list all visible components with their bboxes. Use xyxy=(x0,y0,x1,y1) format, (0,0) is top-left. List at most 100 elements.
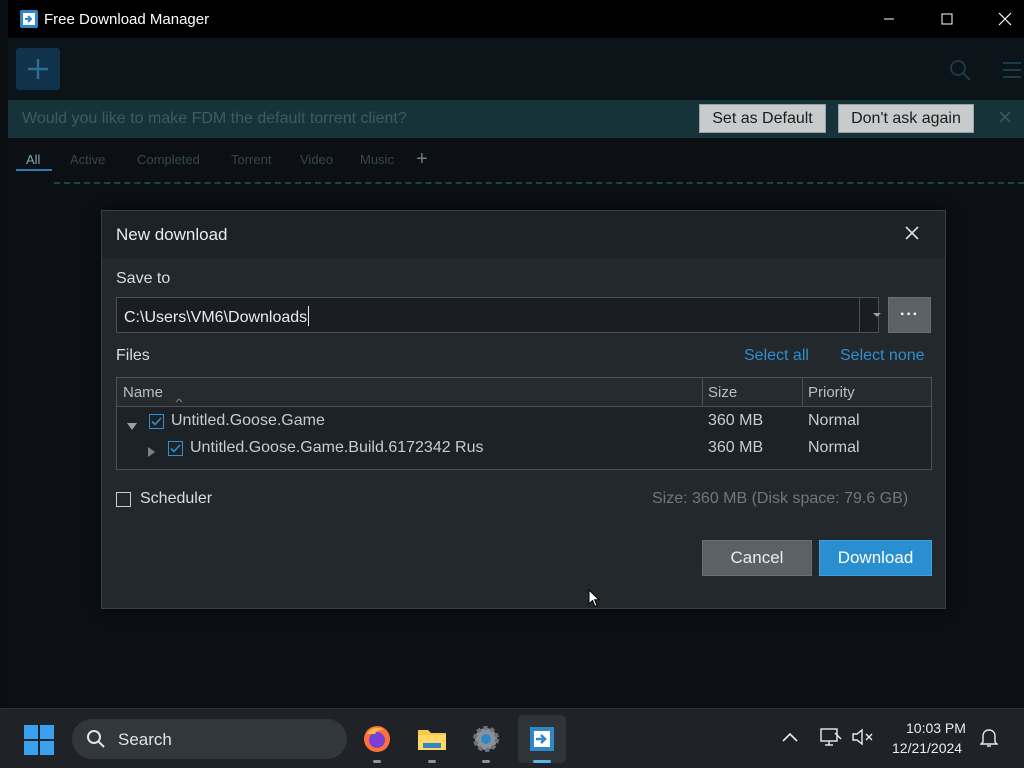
set-as-default-button[interactable]: Set as Default xyxy=(699,104,826,133)
toolbar-menu-button[interactable] xyxy=(1002,60,1022,85)
dialog-header: New download xyxy=(102,211,945,258)
folder-icon xyxy=(418,730,446,750)
download-button[interactable]: Download xyxy=(819,540,932,576)
plus-icon xyxy=(28,59,48,79)
add-tab-button[interactable]: + xyxy=(416,148,428,171)
files-table: Name Size Priority Untitled.Goose.Game 3… xyxy=(116,377,932,470)
save-to-label: Save to xyxy=(116,270,171,287)
checkmark-icon xyxy=(170,444,181,453)
select-all-link[interactable]: Select all xyxy=(744,347,809,365)
sort-ascending-icon xyxy=(175,390,183,408)
desktop-screen: Free Download Manager Would you like to … xyxy=(0,0,1024,768)
tab-music[interactable]: Music xyxy=(360,152,394,167)
column-header-size[interactable]: Size xyxy=(708,384,737,401)
search-icon xyxy=(950,60,971,81)
save-path-value: C:\Users\VM6\Downloads xyxy=(124,309,308,326)
search-icon xyxy=(86,729,106,754)
collapse-arrow-icon[interactable] xyxy=(127,417,137,435)
volume-button[interactable] xyxy=(852,728,874,751)
notifications-button[interactable] xyxy=(979,728,999,753)
chevron-up-icon xyxy=(782,732,798,742)
windows-logo-icon xyxy=(24,725,54,755)
column-header-priority[interactable]: Priority xyxy=(808,384,855,401)
file-priority[interactable]: Normal xyxy=(808,412,860,430)
close-icon xyxy=(999,111,1011,123)
tab-all[interactable]: All xyxy=(26,152,40,167)
browse-folder-button[interactable]: ··· xyxy=(888,297,931,333)
file-name: Untitled.Goose.Game.Build.6172342 Rus xyxy=(190,439,484,456)
dialog-close-button[interactable] xyxy=(904,225,920,246)
maximize-icon xyxy=(941,13,953,25)
dialog-title: New download xyxy=(116,225,228,244)
running-indicator xyxy=(373,760,381,763)
active-app-indicator xyxy=(533,760,551,763)
banner-message: Would you like to make FDM the default t… xyxy=(22,110,407,127)
select-none-link[interactable]: Select none xyxy=(840,347,925,365)
running-indicator xyxy=(428,760,436,763)
column-header-name[interactable]: Name xyxy=(123,384,163,401)
cancel-button[interactable]: Cancel xyxy=(702,540,812,576)
toolbar xyxy=(8,38,1024,100)
maximize-button[interactable] xyxy=(918,0,976,38)
add-download-button[interactable] xyxy=(16,48,60,90)
column-separator[interactable] xyxy=(702,378,703,407)
hamburger-menu-icon xyxy=(1003,62,1021,78)
banner-close-button[interactable] xyxy=(998,110,1012,129)
scheduler-label[interactable]: Scheduler xyxy=(140,490,212,508)
file-explorer-taskbar-button[interactable] xyxy=(408,715,456,763)
files-label: Files xyxy=(116,347,150,364)
default-client-banner: Would you like to make FDM the default t… xyxy=(8,100,1024,138)
file-checkbox[interactable] xyxy=(168,441,183,456)
start-button[interactable] xyxy=(22,723,56,757)
file-priority[interactable]: Normal xyxy=(808,439,860,457)
dont-ask-again-button[interactable]: Don't ask again xyxy=(838,104,974,133)
tab-active[interactable]: Active xyxy=(70,152,105,167)
file-row[interactable]: Untitled.Goose.Game.Build.6172342 Rus 36… xyxy=(117,435,931,462)
ellipsis-icon: ··· xyxy=(900,306,919,323)
network-status-button[interactable] xyxy=(820,727,842,752)
new-download-dialog: New download Save to C:\Users\VM6\Downlo… xyxy=(101,210,946,609)
fdm-app-icon xyxy=(20,10,38,28)
mouse-cursor-icon xyxy=(588,588,601,613)
running-indicator xyxy=(482,760,490,763)
window-title: Free Download Manager xyxy=(44,11,210,28)
show-hidden-icons-button[interactable] xyxy=(782,729,798,747)
taskbar-search-box[interactable]: Search xyxy=(72,719,347,759)
expand-arrow-icon[interactable] xyxy=(148,444,155,462)
save-path-input[interactable]: C:\Users\VM6\Downloads xyxy=(116,297,881,333)
settings-taskbar-button[interactable] xyxy=(462,715,510,763)
clock-time[interactable]: 10:03 PM xyxy=(906,720,966,736)
network-monitor-icon xyxy=(820,728,842,746)
title-bar: Free Download Manager xyxy=(8,0,1024,38)
file-row[interactable]: Untitled.Goose.Game 360 MB Normal xyxy=(117,408,931,435)
close-icon xyxy=(905,226,919,240)
free-download-manager-icon xyxy=(530,727,554,751)
files-table-header: Name Size Priority xyxy=(117,378,931,407)
size-info-text: Size: 360 MB (Disk space: 79.6 GB) xyxy=(652,490,909,507)
taskbar-search-label: Search xyxy=(118,730,172,749)
text-caret xyxy=(308,306,310,326)
scheduler-checkbox[interactable] xyxy=(116,492,131,507)
close-window-button[interactable] xyxy=(976,0,1024,38)
tab-video[interactable]: Video xyxy=(300,152,333,167)
firefox-icon xyxy=(364,726,390,752)
minimize-button[interactable] xyxy=(860,0,918,38)
checkmark-icon xyxy=(151,417,162,426)
chevron-down-icon xyxy=(873,313,881,317)
firefox-taskbar-button[interactable] xyxy=(353,715,401,763)
clock-date[interactable]: 12/21/2024 xyxy=(892,740,962,756)
taskbar: Search 10:03 PM 12/21/2024 xyxy=(0,708,1024,768)
settings-gear-icon xyxy=(473,726,499,752)
file-size: 360 MB xyxy=(708,412,764,429)
speaker-muted-icon xyxy=(852,728,873,746)
tab-torrent[interactable]: Torrent xyxy=(231,152,271,167)
toolbar-search-button[interactable] xyxy=(948,58,972,87)
active-tab-indicator xyxy=(16,169,52,171)
column-separator[interactable] xyxy=(802,378,803,407)
file-size: 360 MB xyxy=(708,439,764,456)
bell-icon xyxy=(979,729,999,747)
tab-completed[interactable]: Completed xyxy=(137,152,200,167)
free-download-manager-taskbar-button[interactable] xyxy=(518,715,566,763)
close-icon xyxy=(998,12,1012,26)
file-checkbox[interactable] xyxy=(149,414,164,429)
